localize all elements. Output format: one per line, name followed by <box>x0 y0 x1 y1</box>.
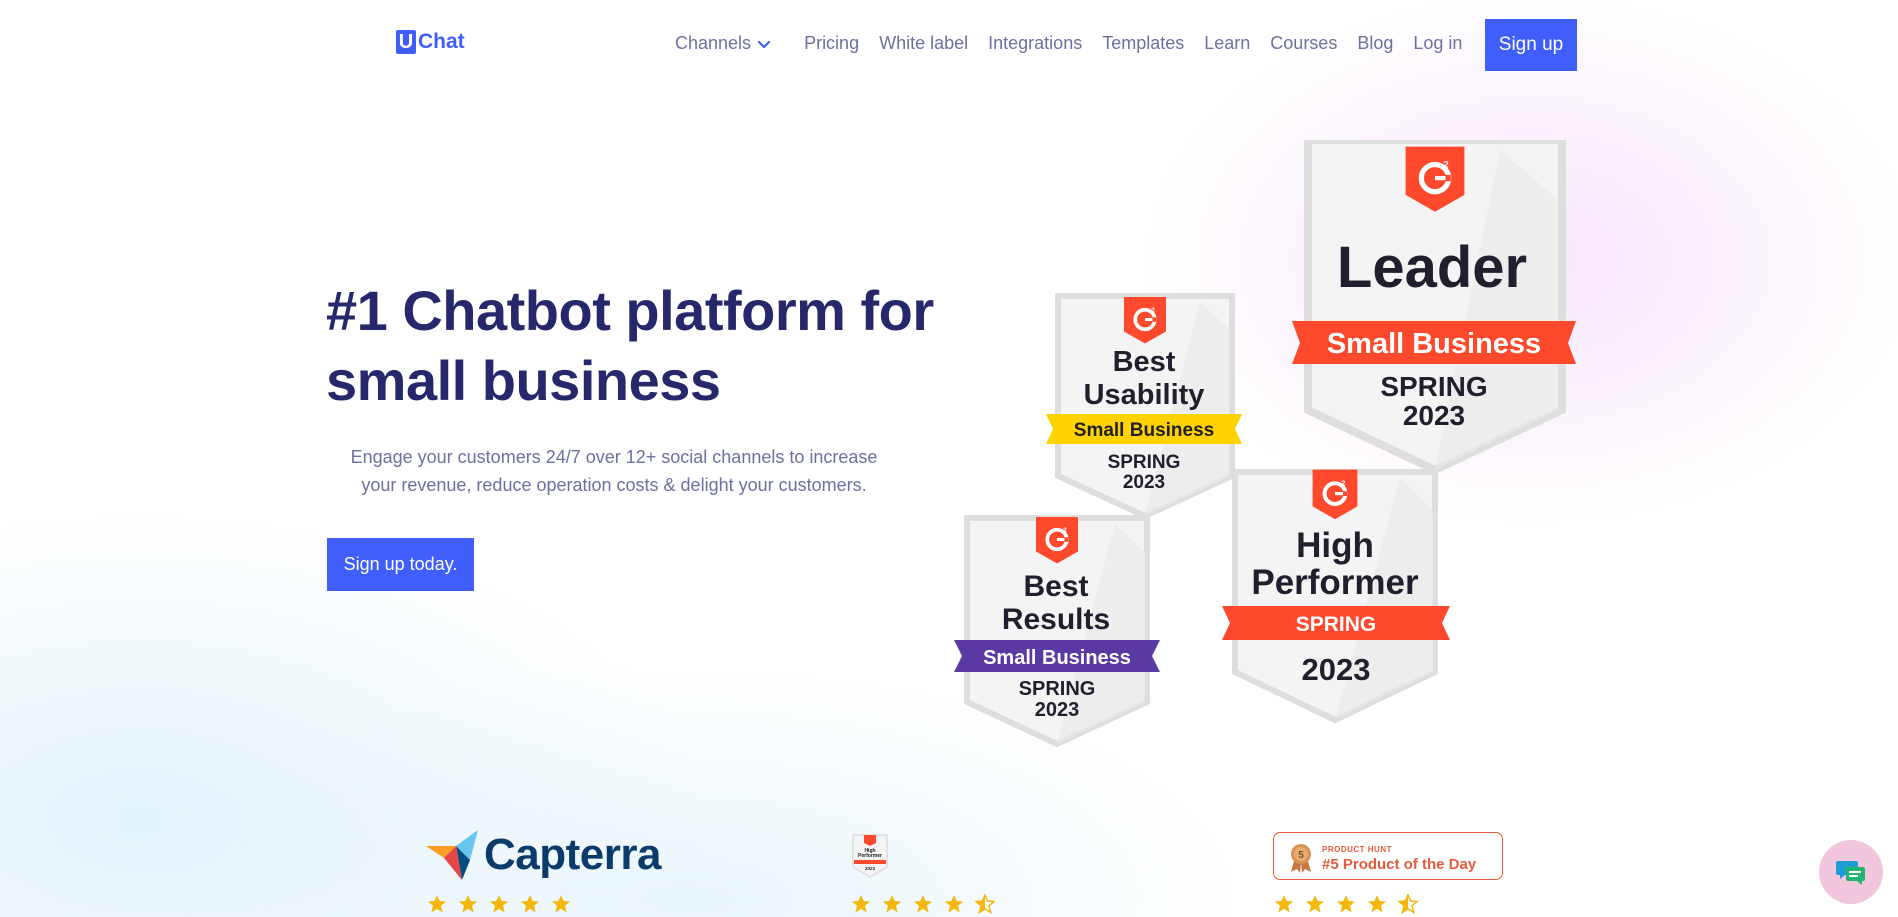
capterra-rating <box>427 894 582 914</box>
half-star-icon <box>1398 894 1418 914</box>
star-icon <box>1368 895 1386 913</box>
nav-item-templates[interactable]: Templates <box>1102 33 1184 54</box>
star-icon <box>459 895 477 913</box>
badge-ribbon: Small Business <box>983 647 1131 669</box>
badge-title-line: High <box>1296 526 1374 565</box>
uchat-logo[interactable]: U Chat <box>396 29 465 55</box>
star-icon <box>1306 895 1324 913</box>
main-nav: Channels Pricing White label Integration… <box>675 33 1482 54</box>
badge-best-usability: Best Usability Small Business SPRING 202… <box>1046 293 1242 520</box>
capterra-logo[interactable]: Capterra <box>426 830 661 880</box>
star-icon <box>521 895 539 913</box>
badge-high-performer: High Performer SPRING 2023 <box>1222 470 1450 724</box>
badge-season: SPRING <box>1380 371 1487 402</box>
product-hunt-rating <box>1274 894 1429 914</box>
g2-mini-line: Performer <box>858 853 882 859</box>
star-icon <box>1275 895 1293 913</box>
hero-subtitle-line: your revenue, reduce operation costs & d… <box>361 475 867 495</box>
hero-subtitle-line: Engage your customers 24/7 over 12+ soci… <box>350 447 878 467</box>
half-star-icon <box>975 894 995 914</box>
star-icon <box>552 895 570 913</box>
star-icon <box>914 895 932 913</box>
star-icon <box>490 895 508 913</box>
nav-item-blog[interactable]: Blog <box>1357 33 1393 54</box>
product-hunt-award: #5 Product of the Day <box>1322 856 1477 873</box>
nav-item-white-label[interactable]: White label <box>879 33 968 54</box>
nav-item-courses[interactable]: Courses <box>1270 33 1337 54</box>
badge-leader: Leader Small Business SPRING 2023 <box>1292 140 1576 475</box>
badge-season: SPRING <box>1108 452 1181 473</box>
badge-title-line: Best <box>1113 346 1176 378</box>
medal-rank: 5 <box>1298 850 1304 861</box>
product-hunt-badge[interactable]: 5 PRODUCT HUNT #5 Product of the Day <box>1273 832 1503 880</box>
badge-year: 2023 <box>1403 400 1465 431</box>
signup-button[interactable]: Sign up <box>1485 19 1577 71</box>
nav-item-pricing[interactable]: Pricing <box>804 33 859 54</box>
badge-ribbon: SPRING <box>1296 613 1377 636</box>
chevron-down-icon <box>757 40 771 48</box>
g2-mini-line: 2023 <box>865 866 876 871</box>
product-hunt-label: PRODUCT HUNT <box>1322 845 1392 854</box>
badge-title-line: Usability <box>1084 379 1205 411</box>
capterra-arrow-icon <box>426 830 478 880</box>
badge-title-line: Results <box>1002 603 1110 636</box>
star-icon <box>852 895 870 913</box>
logo-wordmark: Chat <box>418 30 465 53</box>
chat-bubble-icon <box>1836 861 1865 885</box>
badge-title: Leader <box>1337 235 1527 300</box>
hero-subtitle: Engage your customers 24/7 over 12+ soci… <box>334 443 894 499</box>
badge-ribbon: Small Business <box>1074 420 1214 441</box>
star-icon <box>1337 895 1355 913</box>
nav-item-login[interactable]: Log in <box>1413 33 1462 54</box>
badge-season: SPRING <box>1019 678 1096 700</box>
nav-item-channels[interactable]: Channels <box>675 33 771 54</box>
badge-title-line: Performer <box>1251 563 1419 602</box>
signup-today-button[interactable]: Sign up today. <box>327 538 474 591</box>
badge-best-results: Best Results Small Business SPRING 2023 <box>954 515 1160 748</box>
nav-item-integrations[interactable]: Integrations <box>988 33 1082 54</box>
logo-mark: U <box>396 30 416 54</box>
hero-title: #1 Chatbot platform for small business <box>326 279 934 412</box>
badge-title-line: Best <box>1023 570 1088 603</box>
badge-year: 2023 <box>1302 652 1371 687</box>
star-icon <box>945 895 963 913</box>
nav-item-learn[interactable]: Learn <box>1204 33 1250 54</box>
star-icon <box>428 895 446 913</box>
chat-widget-button[interactable] <box>1819 840 1883 904</box>
medal-icon: 5 <box>1291 844 1311 873</box>
g2-high-performer-mini-badge[interactable]: High Performer 2023 <box>851 834 889 883</box>
badge-year: 2023 <box>1035 699 1080 721</box>
g2-rating <box>851 894 1006 914</box>
page: U Chat Channels Pricing White label Inte… <box>0 0 1898 917</box>
g2-mini-badge-graphic: High Performer 2023 <box>852 834 888 878</box>
g2-badges-graphic: 2 Leader Small Business SPRING 2023 Best <box>954 140 1576 748</box>
g2-badges: 2 Leader Small Business SPRING 2023 Best <box>940 140 1590 760</box>
badge-year: 2023 <box>1123 472 1165 493</box>
star-icon <box>883 895 901 913</box>
capterra-wordmark: Capterra <box>484 830 661 879</box>
nav-item-label: Channels <box>675 33 752 53</box>
badge-ribbon: Small Business <box>1327 328 1541 360</box>
